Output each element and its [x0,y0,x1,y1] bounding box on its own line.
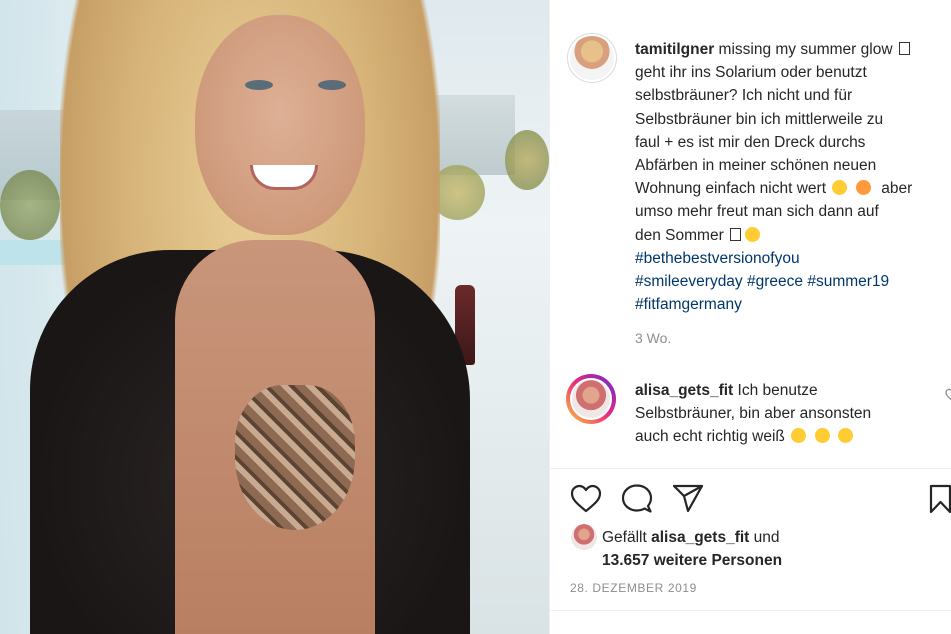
liker-username-link[interactable]: alisa_gets_fit [651,529,749,546]
likes-prefix: Gefällt [602,529,647,546]
speech-bubble-icon[interactable] [621,483,653,515]
post-photo[interactable] [0,0,549,634]
hashtag-link[interactable]: #bethebestversionofyou [635,250,800,267]
caption-line: Wohnung einfach nicht wert [635,180,826,198]
comment-author-link[interactable]: alisa_gets_fit [635,382,733,399]
sweat-smile-emoji-icon [814,428,830,444]
caption-line: umso mehr freut man sich dann auf [635,203,879,221]
likes-conjunction: und [753,529,780,546]
comment-line: Selbstbräuner, bin aber ansonsten [635,405,872,423]
caption-line: den Sommer [635,226,724,244]
laughing-emoji-icon [832,180,848,196]
commenter-avatar[interactable] [570,378,612,420]
heart-icon[interactable] [570,484,602,514]
post-caption: tamitilgner missing my summer glow geht … [635,38,951,316]
caption-line: aber [881,180,913,198]
sweat-smile-emoji-icon [791,428,807,444]
comment-line: auch echt richtig weiß [635,428,785,446]
comment-like-heart-icon[interactable] [943,388,951,402]
caption-line: Selbstbräuner bin ich mittlerweile zu [635,110,884,128]
caption-line: faul + es ist mir den Dreck durchs [635,133,866,151]
sweat-smile-emoji-icon [837,428,853,444]
comment-text: alisa_gets_fit Ich benutze Selbstbräuner… [635,379,951,449]
caption-line: geht ihr ins Solarium oder benutzt [635,64,867,82]
hashtag-link[interactable]: #smileeveryday [635,273,743,290]
caption-line: missing my summer glow [718,41,893,58]
likes-count-link[interactable]: 13.657 weitere Personen [602,552,782,569]
paper-plane-icon[interactable] [672,484,704,514]
background-plant [505,130,549,190]
yum-emoji-icon [745,226,761,242]
missing-glyph-icon [898,42,910,55]
face [195,15,365,235]
star-struck-emoji-icon [855,180,871,196]
post-date[interactable]: 28. DEZEMBER 2019 [570,581,697,595]
hashtag-link[interactable]: #greece [747,273,803,290]
likes-summary: Gefällt alisa_gets_fit und 13.657 weiter… [602,526,782,572]
snake-print-bikini [235,385,355,530]
caption-author-link[interactable]: tamitilgner [635,41,714,58]
right-eye [318,80,346,90]
divider [550,610,951,611]
hashtag-link[interactable]: #fitfamgermany [635,296,742,313]
caption-line: selbstbräuner? Ich nicht und für [635,87,853,105]
comment-line: Ich benutze [737,382,818,399]
bookmark-icon[interactable] [928,484,951,514]
left-eye [245,80,273,90]
caption-line: Abfärben in meiner schönen neuen [635,157,877,175]
author-avatar[interactable] [570,36,614,80]
hashtag-link[interactable]: #summer19 [807,273,889,290]
divider [550,468,951,469]
post-side-panel: tamitilgner missing my summer glow geht … [549,0,951,634]
liker-avatar[interactable] [571,524,597,550]
caption-timestamp[interactable]: 3 Wo. [635,330,671,346]
missing-glyph-icon [730,227,742,241]
background-plant [0,170,60,240]
